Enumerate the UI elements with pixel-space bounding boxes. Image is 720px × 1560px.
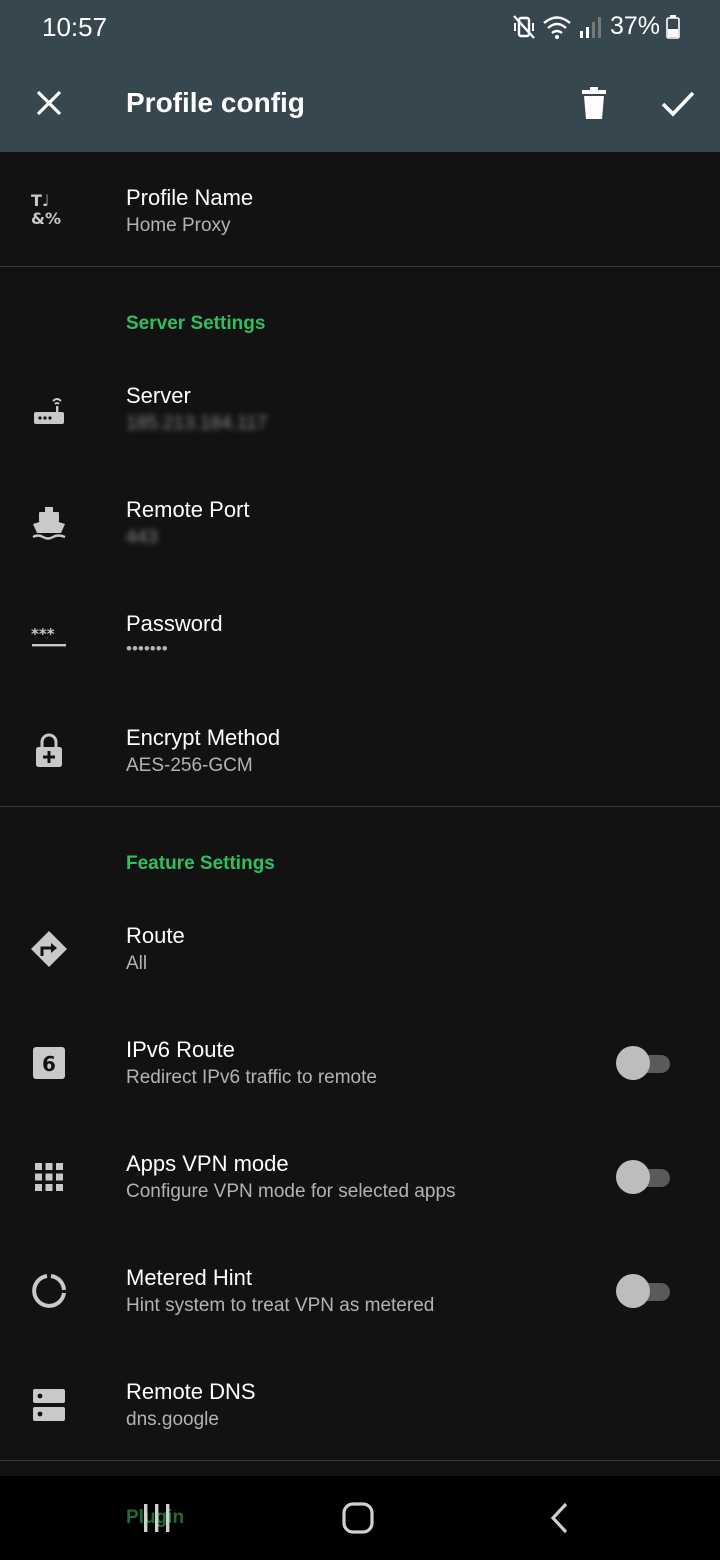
- password-title: Password: [126, 611, 223, 636]
- encrypt-method-title: Encrypt Method: [126, 725, 281, 750]
- remote-dns-title: Remote DNS: [126, 1379, 256, 1404]
- metered-hint-value: Hint system to treat VPN as metered: [126, 1295, 435, 1316]
- dns-icon: [22, 1348, 76, 1462]
- divider: [0, 266, 720, 267]
- route-item[interactable]: Route All: [0, 892, 720, 1006]
- password-value: •••••••: [126, 639, 168, 658]
- password-item[interactable]: *** Password •••••••: [0, 580, 720, 694]
- profile-name-title: Profile Name: [126, 185, 254, 210]
- status-bar: 10:57 37%: [0, 0, 720, 54]
- remote-dns-value: dns.google: [126, 1409, 219, 1430]
- ipv6-route-title: IPv6 Route: [126, 1037, 235, 1062]
- battery-icon: [666, 14, 680, 39]
- remote-dns-item[interactable]: Remote DNS dns.google: [0, 1348, 720, 1462]
- divider: [0, 1460, 720, 1461]
- six-icon: 6: [22, 1006, 76, 1120]
- app-bar: Profile config: [0, 54, 720, 152]
- metered-hint-item[interactable]: Metered Hint Hint system to treat VPN as…: [0, 1234, 720, 1348]
- encrypt-method-value: AES-256-GCM: [126, 755, 253, 776]
- encrypt-method-item[interactable]: Encrypt Method AES-256-GCM: [0, 694, 720, 808]
- apps-vpn-mode-toggle[interactable]: [616, 1160, 674, 1194]
- ipv6-route-value: Redirect IPv6 traffic to remote: [126, 1067, 377, 1088]
- section-header-server: Server Settings: [126, 313, 266, 334]
- ipv6-route-toggle[interactable]: [616, 1046, 674, 1080]
- ship-icon: [22, 466, 76, 580]
- section-header-feature: Feature Settings: [126, 853, 275, 874]
- profile-name-value: Home Proxy: [126, 215, 231, 236]
- svg-text:&%: &%: [31, 209, 61, 227]
- recent-apps-icon[interactable]: [127, 1490, 187, 1546]
- page-title: Profile config: [126, 87, 305, 118]
- battery-percent: 37%: [609, 12, 660, 40]
- status-time: 10:57: [42, 12, 108, 42]
- metered-hint-title: Metered Hint: [126, 1265, 252, 1290]
- toggle-thumb: [616, 1160, 650, 1194]
- profile-name-item[interactable]: T♩ &% Profile Name Home Proxy: [0, 152, 720, 266]
- toggle-thumb: [616, 1274, 650, 1308]
- metered-hint-toggle[interactable]: [616, 1274, 674, 1308]
- router-icon: [22, 352, 76, 466]
- server-title: Server: [126, 383, 191, 408]
- ipv6-route-item[interactable]: 6 IPv6 Route Redirect IPv6 traffic to re…: [0, 1006, 720, 1120]
- svg-text:***: ***: [31, 625, 55, 643]
- text-fields-icon: T♩ &%: [22, 152, 76, 266]
- server-value: 185.213.184.117: [126, 413, 268, 434]
- lock-icon: [22, 694, 76, 808]
- home-icon[interactable]: [328, 1490, 388, 1546]
- svg-text:T♩: T♩: [31, 191, 49, 210]
- apps-vpn-mode-item[interactable]: Apps VPN mode Configure VPN mode for sel…: [0, 1120, 720, 1234]
- vibrate-mute-icon: [512, 14, 536, 40]
- toggle-thumb: [616, 1046, 650, 1080]
- apps-vpn-mode-title: Apps VPN mode: [126, 1151, 289, 1176]
- apps-vpn-mode-value: Configure VPN mode for selected apps: [126, 1181, 456, 1202]
- apps-grid-icon: [22, 1120, 76, 1234]
- system-nav-bar: Plugin: [0, 1476, 720, 1560]
- delete-icon[interactable]: [567, 76, 621, 130]
- directions-icon: [22, 892, 76, 1006]
- server-item[interactable]: Server 185.213.184.117: [0, 352, 720, 466]
- close-icon[interactable]: [22, 76, 76, 130]
- password-icon: ***: [22, 580, 76, 694]
- remote-port-title: Remote Port: [126, 497, 250, 522]
- settings-list: T♩ &% Profile Name Home Proxy Server Set…: [0, 152, 720, 1476]
- divider: [0, 806, 720, 807]
- check-icon[interactable]: [651, 76, 705, 130]
- signal-icon: [578, 14, 602, 40]
- data-usage-icon: [22, 1234, 76, 1348]
- route-title: Route: [126, 923, 185, 948]
- svg-text:6: 6: [42, 1052, 56, 1076]
- status-icons: 37%: [512, 12, 680, 41]
- back-icon[interactable]: [530, 1490, 590, 1546]
- remote-port-item[interactable]: Remote Port 443: [0, 466, 720, 580]
- remote-port-value: 443: [126, 527, 158, 548]
- wifi-icon: [542, 14, 572, 40]
- route-value: All: [126, 953, 148, 974]
